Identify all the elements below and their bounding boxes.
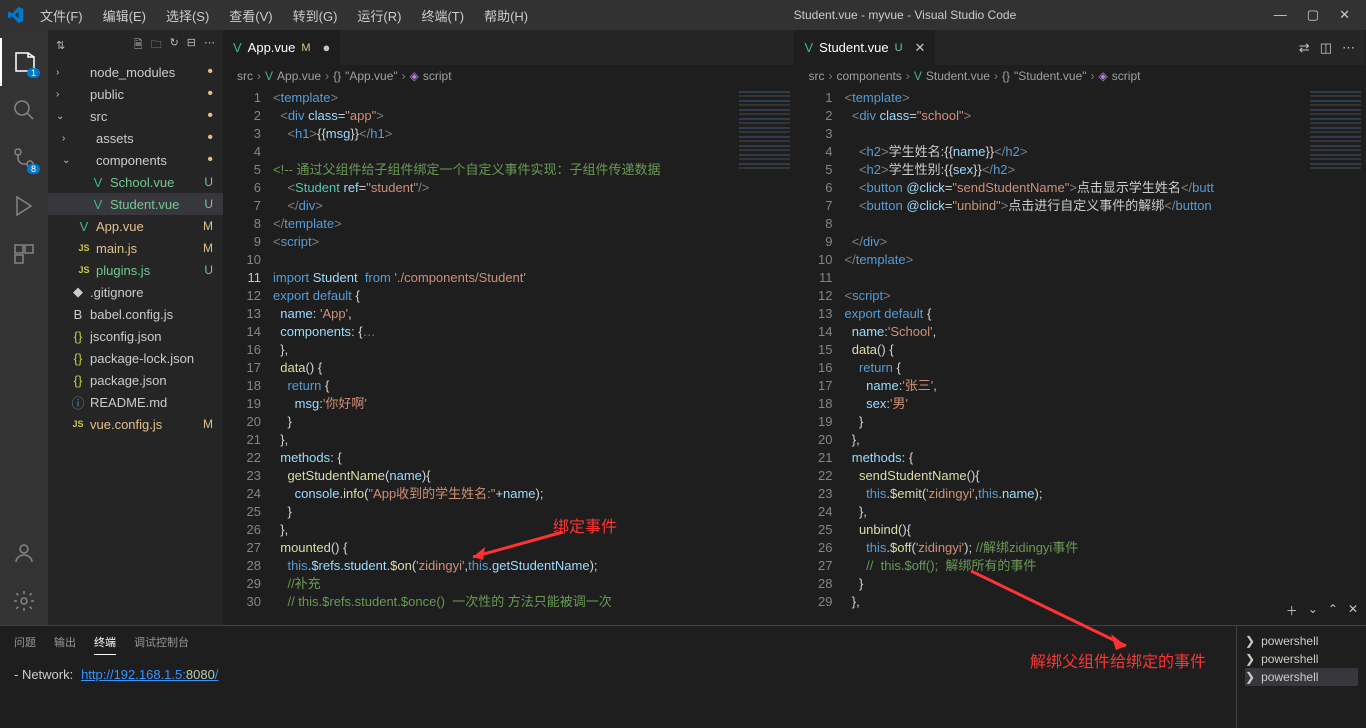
window-title: Student.vue - myvue - Visual Studio Code bbox=[536, 8, 1274, 22]
panel-tab-problems[interactable]: 问题 bbox=[14, 634, 36, 655]
vscode-logo-icon bbox=[8, 7, 24, 23]
file-tree-item[interactable]: {}package.json bbox=[48, 369, 223, 391]
menu-help[interactable]: 帮助(H) bbox=[476, 2, 536, 29]
file-tree-item[interactable]: ⌄src• bbox=[48, 105, 223, 127]
breadcrumb-left[interactable]: src›VApp.vue›{}"App.vue"›◈script bbox=[223, 65, 794, 87]
source-control-icon[interactable]: 8 bbox=[0, 134, 48, 182]
code-area-left[interactable]: 1234567891011121314161718192021222324252… bbox=[223, 87, 794, 625]
terminal-list: ＋ ⌄ ⌃ ✕ ❯powershell ❯powershell ❯powersh… bbox=[1236, 626, 1366, 728]
tab-dirty-icon[interactable]: ● bbox=[323, 40, 331, 55]
code-area-right[interactable]: 1234567891011121314151617181920212223242… bbox=[795, 87, 1366, 625]
file-tree-item[interactable]: Bbabel.config.js bbox=[48, 303, 223, 325]
editor-left: V App.vue M ● src›VApp.vue›{}"App.vue"›◈… bbox=[223, 30, 795, 625]
tabs-left: V App.vue M ● bbox=[223, 30, 794, 65]
tab-label: App.vue bbox=[248, 40, 296, 55]
file-tree-item[interactable]: {}jsconfig.json bbox=[48, 325, 223, 347]
file-tree-item[interactable]: ›public• bbox=[48, 83, 223, 105]
terminal-item[interactable]: ❯powershell bbox=[1245, 668, 1358, 686]
terminal-dropdown-icon[interactable]: ⌄ bbox=[1308, 602, 1318, 619]
file-tree-item[interactable]: {}package-lock.json bbox=[48, 347, 223, 369]
maximize-panel-icon[interactable]: ⌃ bbox=[1328, 602, 1338, 619]
close-icon[interactable]: ✕ bbox=[1339, 7, 1350, 23]
panel-tab-debug[interactable]: 调试控制台 bbox=[134, 634, 189, 655]
file-tree: ›node_modules•›public•⌄src•›assets•⌄comp… bbox=[48, 61, 223, 625]
more-icon[interactable]: ⋯ bbox=[1342, 40, 1355, 56]
editor-right: V Student.vue U ✕ ⇄ ◫ ⋯ src›components›V… bbox=[795, 30, 1366, 625]
gutter: 1234567891011121314161718192021222324252… bbox=[223, 87, 273, 625]
menu-run[interactable]: 运行(R) bbox=[349, 2, 409, 29]
refresh-icon[interactable]: ↻ bbox=[170, 36, 179, 55]
terminal-item[interactable]: ❯powershell bbox=[1245, 632, 1358, 650]
explorer-icon[interactable]: 1 bbox=[0, 38, 48, 86]
activity-bar: 1 8 bbox=[0, 30, 48, 625]
minimize-icon[interactable]: — bbox=[1274, 7, 1287, 23]
terminal-icon: ❯ bbox=[1245, 652, 1255, 666]
menu-bar: 文件(F) 编辑(E) 选择(S) 查看(V) 转到(G) 运行(R) 终端(T… bbox=[32, 2, 536, 29]
explorer-sidebar: ⇅ 🗎 🗀 ↻ ⊟ ⋯ ›node_modules•›public•⌄src•›… bbox=[48, 30, 223, 625]
maximize-icon[interactable]: ▢ bbox=[1307, 7, 1319, 23]
tab-close-icon[interactable]: ✕ bbox=[915, 40, 926, 56]
file-tree-item[interactable]: ›node_modules• bbox=[48, 61, 223, 83]
code-lines[interactable]: <template> <div class="school"> <h2>学生姓名… bbox=[845, 87, 1306, 625]
file-tree-item[interactable]: JSplugins.jsU bbox=[48, 259, 223, 281]
compare-icon[interactable]: ⇄ bbox=[1299, 40, 1310, 56]
file-tree-item[interactable]: JSmain.jsM bbox=[48, 237, 223, 259]
extensions-icon[interactable] bbox=[0, 230, 48, 278]
explorer-badge: 1 bbox=[27, 68, 40, 78]
file-tree-item[interactable]: VSchool.vueU bbox=[48, 171, 223, 193]
tab-label: Student.vue bbox=[819, 40, 888, 55]
panel-tab-output[interactable]: 输出 bbox=[54, 634, 76, 655]
tabs-right: V Student.vue U ✕ ⇄ ◫ ⋯ bbox=[795, 30, 1366, 65]
collapse-icon[interactable]: ⊟ bbox=[187, 36, 196, 55]
split-icon[interactable]: ◫ bbox=[1320, 40, 1332, 56]
accounts-icon[interactable] bbox=[0, 529, 48, 577]
code-lines[interactable]: <template> <div class="app"> <h1>{{msg}}… bbox=[273, 87, 734, 625]
minimap[interactable] bbox=[1305, 87, 1365, 625]
terminal-icon: ❯ bbox=[1245, 634, 1255, 648]
menu-edit[interactable]: 编辑(E) bbox=[95, 2, 154, 29]
title-bar: 文件(F) 编辑(E) 选择(S) 查看(V) 转到(G) 运行(R) 终端(T… bbox=[0, 0, 1366, 30]
explorer-sort-icon[interactable]: ⇅ bbox=[56, 39, 65, 52]
file-tree-item[interactable]: ◆.gitignore bbox=[48, 281, 223, 303]
menu-file[interactable]: 文件(F) bbox=[32, 2, 91, 29]
vue-icon: V bbox=[233, 40, 242, 55]
tab-status: U bbox=[895, 42, 903, 54]
terminal-url[interactable]: http://192.168.1.5:8080/ bbox=[81, 667, 218, 682]
file-tree-item[interactable]: ⓘREADME.md bbox=[48, 391, 223, 413]
tab-student-vue[interactable]: V Student.vue U ✕ bbox=[795, 30, 937, 65]
tab-status: M bbox=[301, 42, 310, 54]
gutter: 1234567891011121314151617181920212223242… bbox=[795, 87, 845, 625]
menu-view[interactable]: 查看(V) bbox=[221, 2, 280, 29]
terminal-label: - Network: bbox=[14, 667, 73, 682]
panel-tab-terminal[interactable]: 终端 bbox=[94, 634, 116, 655]
menu-terminal[interactable]: 终端(T) bbox=[413, 2, 472, 29]
search-icon[interactable] bbox=[0, 86, 48, 134]
tab-app-vue[interactable]: V App.vue M ● bbox=[223, 30, 341, 65]
terminal-item[interactable]: ❯powershell bbox=[1245, 650, 1358, 668]
terminal-icon: ❯ bbox=[1245, 670, 1255, 684]
new-terminal-icon[interactable]: ＋ bbox=[1286, 602, 1298, 619]
more-icon[interactable]: ⋯ bbox=[204, 36, 215, 55]
close-panel-icon[interactable]: ✕ bbox=[1348, 602, 1358, 619]
minimap[interactable] bbox=[734, 87, 794, 625]
file-tree-item[interactable]: JSvue.config.jsM bbox=[48, 413, 223, 435]
file-tree-item[interactable]: ⌄components• bbox=[48, 149, 223, 171]
menu-go[interactable]: 转到(G) bbox=[285, 2, 346, 29]
bottom-panel: 问题 输出 终端 调试控制台 - Network: http://192.168… bbox=[0, 625, 1366, 728]
settings-icon[interactable] bbox=[0, 577, 48, 625]
file-tree-item[interactable]: VStudent.vueU bbox=[48, 193, 223, 215]
breadcrumb-right[interactable]: src›components›VStudent.vue›{}"Student.v… bbox=[795, 65, 1366, 87]
run-debug-icon[interactable] bbox=[0, 182, 48, 230]
file-tree-item[interactable]: VApp.vueM bbox=[48, 215, 223, 237]
new-folder-icon[interactable]: 🗀 bbox=[151, 36, 162, 55]
vue-icon: V bbox=[805, 40, 814, 55]
scm-badge: 8 bbox=[27, 164, 40, 174]
menu-selection[interactable]: 选择(S) bbox=[158, 2, 217, 29]
terminal-content[interactable]: - Network: http://192.168.1.5:8080/ bbox=[0, 659, 1236, 691]
file-tree-item[interactable]: ›assets• bbox=[48, 127, 223, 149]
new-file-icon[interactable]: 🗎 bbox=[134, 36, 143, 55]
panel-tabs: 问题 输出 终端 调试控制台 bbox=[0, 626, 1236, 659]
